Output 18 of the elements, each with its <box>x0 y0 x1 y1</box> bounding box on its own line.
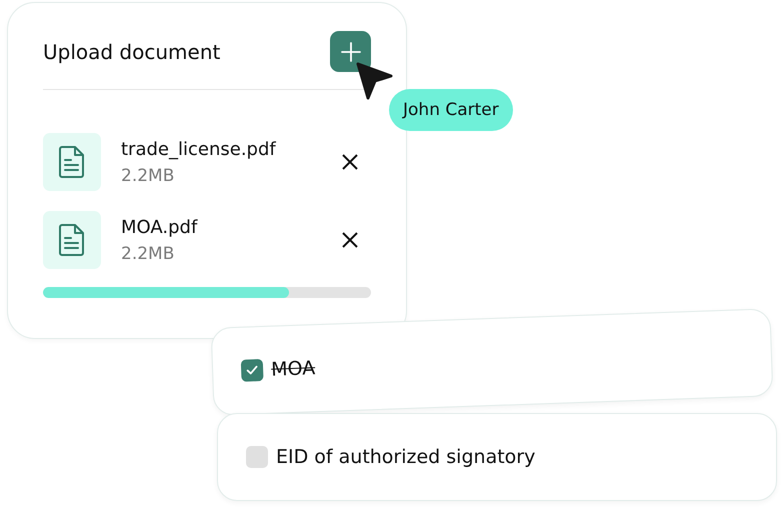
add-button[interactable] <box>330 31 371 72</box>
card-title: Upload document <box>43 40 220 64</box>
file-name: trade_license.pdf <box>121 138 277 160</box>
checkbox[interactable] <box>246 446 268 468</box>
file-size: 2.2MB <box>121 166 176 186</box>
checkmark-icon <box>246 365 258 376</box>
document-icon <box>59 224 85 256</box>
file-size: 2.2MB <box>121 244 176 264</box>
close-icon <box>342 232 358 248</box>
cursor-arrow-icon <box>355 61 393 101</box>
checkbox[interactable] <box>240 359 264 382</box>
checklist-label: MOA <box>270 357 316 381</box>
plus-icon <box>340 42 360 62</box>
document-icon <box>59 146 85 178</box>
cursor-name-tag: John Carter <box>389 89 513 131</box>
file-name: MOA.pdf <box>121 216 199 238</box>
close-icon <box>342 154 358 170</box>
checklist-label: EID of authorized signatory <box>276 446 536 468</box>
